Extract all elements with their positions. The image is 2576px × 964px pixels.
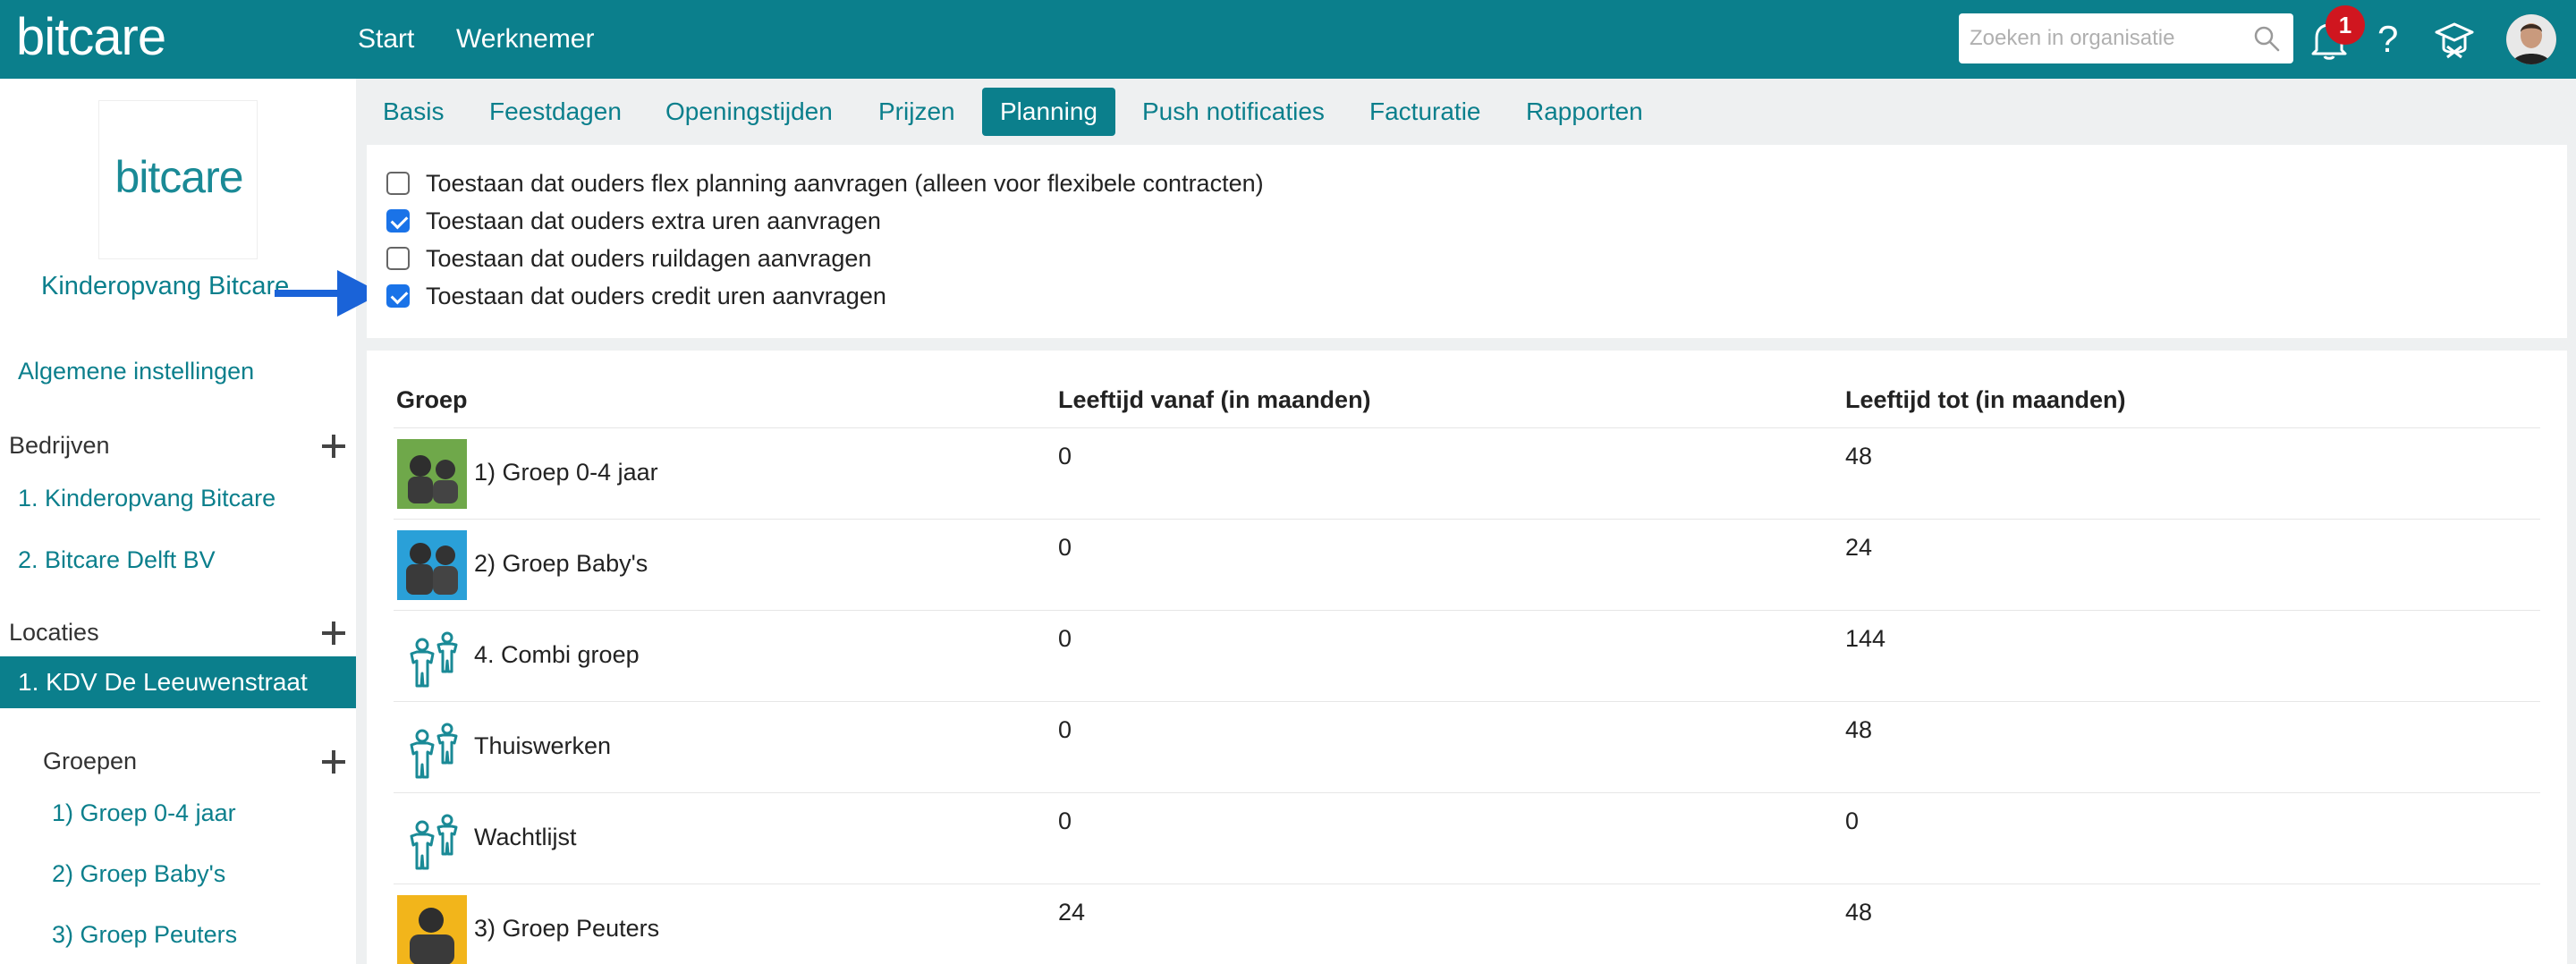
general-settings-link[interactable]: Algemene instellingen — [18, 356, 254, 386]
column-header-groep: Groep — [396, 386, 468, 413]
companies-heading: Bedrijven — [9, 432, 110, 459]
children-icon — [397, 804, 467, 874]
age-to: 24 — [1845, 534, 1873, 561]
nav-werknemer[interactable]: Werknemer — [456, 21, 594, 57]
sidebar-item-group-2[interactable]: 2) Groep Baby's — [52, 858, 225, 889]
children-icon — [397, 713, 467, 782]
tab-planning[interactable]: Planning — [982, 88, 1115, 136]
settings-tabs: Basis Feestdagen Openingstijden Prijzen … — [356, 79, 2576, 143]
tab-rapporten[interactable]: Rapporten — [1508, 88, 1661, 136]
checkbox-label: Toestaan dat ouders ruildagen aanvragen — [426, 245, 872, 272]
age-from: 0 — [1058, 625, 1072, 652]
checkbox-flex-planning[interactable] — [386, 172, 410, 195]
table-row[interactable]: Thuiswerken 0 48 — [394, 701, 2540, 792]
sidebar-item-group-3[interactable]: 3) Groep Peuters — [52, 919, 237, 950]
organization-logo-text: bitcare — [114, 152, 243, 202]
group-name: 4. Combi groep — [474, 641, 640, 668]
groups-table: Groep Leeftijd vanaf (in maanden) Leefti… — [367, 351, 2567, 964]
active-location-label: 1. KDV De Leeuwenstraat — [18, 668, 308, 696]
table-row[interactable]: 3) Groep Peuters 24 48 — [394, 884, 2540, 964]
age-to: 144 — [1845, 625, 1886, 652]
tab-facturatie[interactable]: Facturatie — [1352, 88, 1499, 136]
checkbox-label: Toestaan dat ouders extra uren aanvragen — [426, 207, 881, 234]
avatar-photo — [2506, 14, 2556, 64]
age-to: 48 — [1845, 443, 1873, 469]
group-photo — [397, 895, 467, 964]
locations-heading: Locaties — [9, 619, 99, 646]
add-company-icon[interactable] — [320, 433, 347, 460]
notification-badge[interactable]: 1 — [2326, 5, 2365, 45]
group-name: Wachtlijst — [474, 824, 577, 850]
checkbox-label: Toestaan dat ouders credit uren aanvrage… — [426, 283, 886, 309]
sidebar: bitcare Kinderopvang Bitcare Algemene in… — [0, 79, 356, 964]
sidebar-item-group-1[interactable]: 1) Groep 0-4 jaar — [52, 798, 236, 828]
graduation-cap-icon[interactable] — [2433, 20, 2476, 61]
planning-options-panel: Toestaan dat ouders flex planning aanvra… — [367, 145, 2567, 338]
tab-push-notificaties[interactable]: Push notificaties — [1124, 88, 1343, 136]
group-name: 3) Groep Peuters — [474, 915, 660, 942]
search-box — [1959, 13, 2293, 63]
groups-heading: Groepen — [43, 748, 138, 774]
children-icon — [397, 622, 467, 691]
add-group-icon[interactable] — [320, 748, 347, 775]
top-bar: bitcare Start Werknemer 1 ? — [0, 0, 2576, 79]
age-to: 48 — [1845, 716, 1873, 743]
age-from: 0 — [1058, 716, 1072, 743]
table-row[interactable]: 4. Combi groep 0 144 — [394, 610, 2540, 701]
tab-feestdagen[interactable]: Feestdagen — [471, 88, 640, 136]
age-to: 0 — [1845, 808, 1860, 834]
group-name: 2) Groep Baby's — [474, 550, 648, 577]
help-icon[interactable]: ? — [2377, 18, 2398, 61]
table-row[interactable]: 2) Groep Baby's 0 24 — [394, 519, 2540, 610]
checkbox-ruildagen[interactable] — [386, 247, 410, 270]
nav-start[interactable]: Start — [358, 21, 414, 57]
organization-name[interactable]: Kinderopvang Bitcare — [41, 270, 289, 302]
age-from: 0 — [1058, 808, 1072, 834]
group-name: Thuiswerken — [474, 732, 612, 759]
table-row[interactable]: 1) Groep 0-4 jaar 0 48 — [394, 427, 2540, 519]
sidebar-item-active-location[interactable]: 1. KDV De Leeuwenstraat — [0, 656, 356, 708]
group-name: 1) Groep 0-4 jaar — [474, 459, 658, 486]
group-photo — [397, 439, 467, 509]
table-row[interactable]: Wachtlijst 0 0 — [394, 792, 2540, 884]
tab-openingstijden[interactable]: Openingstijden — [648, 88, 851, 136]
sidebar-item-company-1[interactable]: 1. Kinderopvang Bitcare — [18, 483, 275, 513]
age-from: 0 — [1058, 443, 1072, 469]
checkbox-extra-uren[interactable] — [386, 209, 410, 233]
checkbox-credit-uren[interactable] — [386, 284, 410, 308]
app-logo[interactable]: bitcare — [16, 7, 166, 68]
sidebar-item-company-2[interactable]: 2. Bitcare Delft BV — [18, 545, 216, 575]
tab-prijzen[interactable]: Prijzen — [860, 88, 973, 136]
search-icon[interactable] — [2252, 24, 2281, 53]
user-avatar[interactable] — [2506, 14, 2556, 64]
age-from: 24 — [1058, 899, 1086, 926]
group-photo — [397, 530, 467, 600]
tab-basis[interactable]: Basis — [365, 88, 462, 136]
age-from: 0 — [1058, 534, 1072, 561]
age-to: 48 — [1845, 899, 1873, 926]
organization-logo: bitcare — [98, 100, 258, 259]
column-header-leeftijd-vanaf: Leeftijd vanaf (in maanden) — [1058, 386, 1371, 413]
search-input[interactable] — [1970, 22, 2238, 55]
add-location-icon[interactable] — [320, 620, 347, 647]
column-header-leeftijd-tot: Leeftijd tot (in maanden) — [1845, 386, 2126, 413]
checkbox-label: Toestaan dat ouders flex planning aanvra… — [426, 170, 1264, 197]
